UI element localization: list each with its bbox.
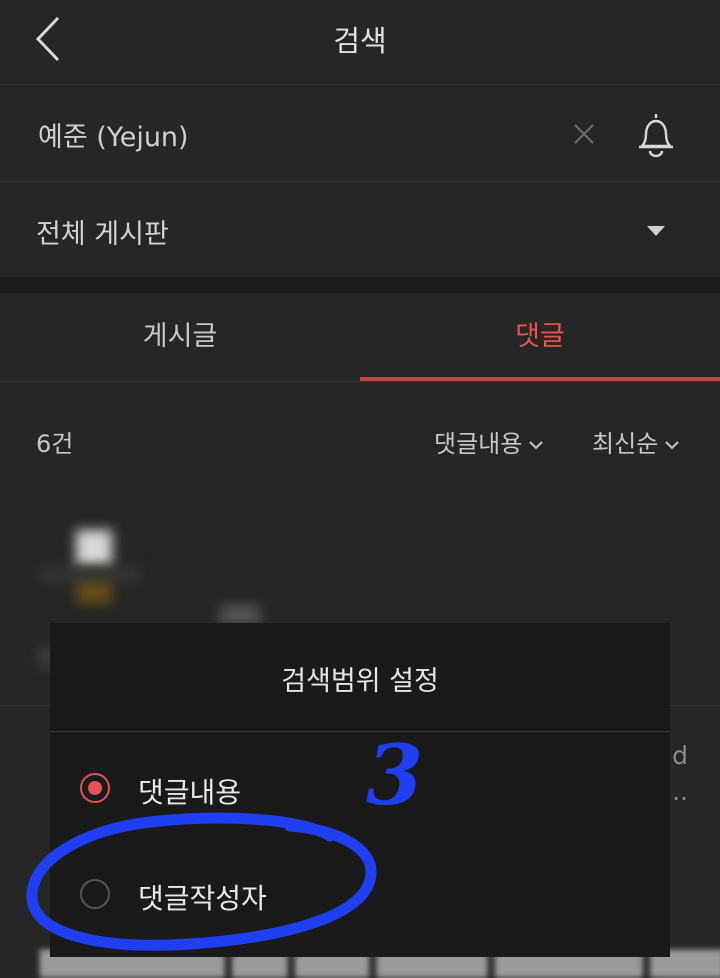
annotation-circle — [26, 812, 377, 951]
